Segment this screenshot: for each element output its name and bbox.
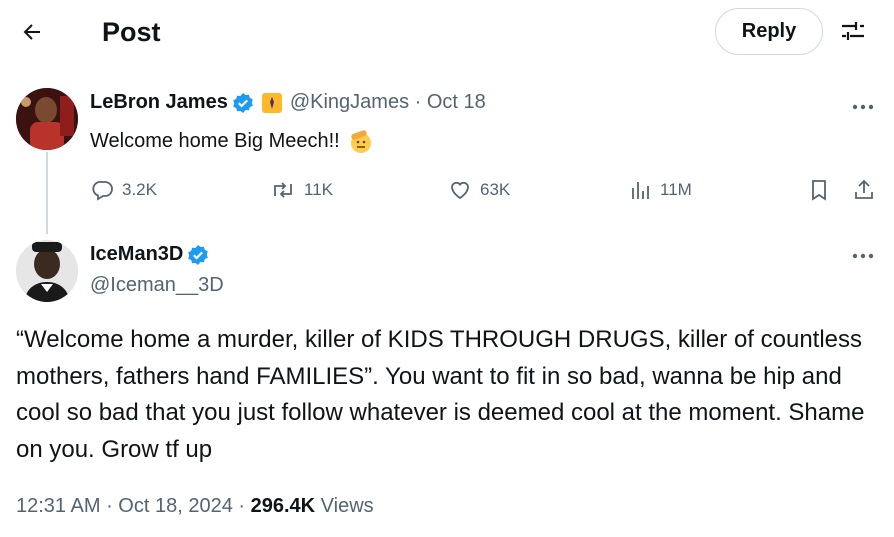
reply-count: 3.2K	[122, 180, 157, 199]
like-action[interactable]: 63K	[448, 176, 510, 204]
tweet-text: “Welcome home a murder, killer of KIDS T…	[16, 326, 865, 463]
avatar[interactable]	[16, 240, 78, 302]
like-count: 63K	[480, 180, 511, 199]
avatar[interactable]	[16, 88, 78, 150]
reply-button[interactable]: Reply	[715, 8, 823, 55]
header: Post Reply	[0, 0, 894, 64]
separator-dot: ·	[100, 495, 119, 517]
author-handle[interactable]: @Iceman__3D	[90, 274, 224, 297]
affiliation-badge-icon[interactable]	[261, 92, 282, 113]
separator-dot: ·	[232, 495, 251, 517]
author-handle[interactable]: @KingJames	[290, 91, 409, 114]
tweet-date[interactable]: Oct 18	[427, 91, 486, 114]
back-arrow-icon[interactable]	[14, 14, 50, 50]
heart-icon	[451, 181, 469, 200]
analytics-icon	[632, 182, 649, 199]
reply-action[interactable]: 3.2K	[90, 176, 157, 204]
tweet-time[interactable]: 12:31 AM	[16, 495, 101, 517]
views-count: 11M	[660, 180, 692, 199]
verified-badge-icon	[187, 244, 209, 266]
saluting-face-icon	[348, 128, 374, 154]
tweet-meta: 12:31 AM · Oct 18, 2024 · 296.4K Views	[16, 495, 374, 518]
share-icon[interactable]	[852, 176, 884, 204]
views-count: 296.4K	[250, 495, 316, 517]
reply-icon	[92, 181, 113, 201]
more-options-icon[interactable]	[848, 97, 878, 117]
main-handle-row: @Iceman__3D	[90, 274, 224, 297]
bookmark-icon[interactable]	[808, 176, 838, 204]
page-title: Post	[102, 17, 161, 47]
author-name[interactable]: IceMan3D	[90, 243, 183, 266]
author-name[interactable]: LeBron James	[90, 91, 228, 114]
tweet-text-container: Welcome home Big Meech!!	[90, 128, 374, 154]
verified-badge-icon	[232, 92, 254, 114]
more-options-icon[interactable]	[848, 246, 878, 266]
sliders-icon[interactable]	[836, 14, 870, 48]
thread-connector	[46, 152, 48, 234]
parent-author-row: LeBron James @KingJames · Oct 18	[90, 91, 486, 114]
main-author-row: IceMan3D	[90, 243, 209, 266]
tweet-full-date[interactable]: Oct 18, 2024	[118, 495, 233, 517]
tweet-text: Welcome home Big Meech!!	[90, 129, 340, 152]
views-action[interactable]: 11M	[628, 176, 692, 204]
views-label: Views	[320, 495, 374, 517]
repost-icon	[274, 182, 292, 198]
repost-count: 11K	[304, 180, 333, 199]
separator-dot: ·	[409, 91, 427, 113]
repost-action[interactable]: 11K	[270, 176, 333, 204]
tweet-actions: 3.2K 11K 63K 11M	[90, 176, 880, 204]
